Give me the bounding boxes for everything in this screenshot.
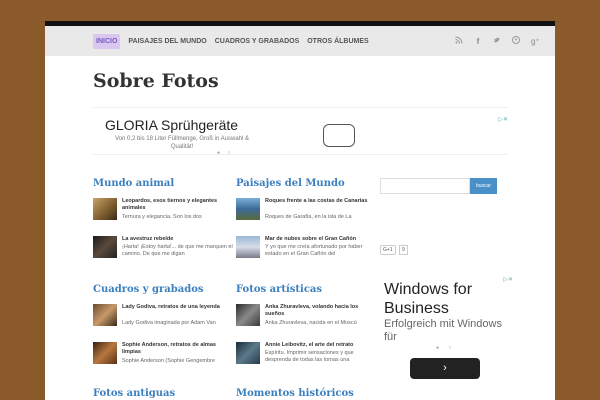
ad-pagination-dots: ● ○ (436, 345, 456, 351)
search-button[interactable]: buscar (470, 178, 497, 194)
post-thumbnail[interactable] (93, 236, 117, 258)
post-title[interactable]: Roques frente a las costas de Canarias (265, 198, 375, 205)
post-thumbnail[interactable] (236, 236, 260, 258)
post-item[interactable]: Roques frente a las costas de Canarias R… (236, 198, 371, 224)
search-input[interactable] (380, 178, 470, 194)
post-thumbnail[interactable] (93, 198, 117, 220)
section-title-antiguas[interactable]: Fotos antiguas (93, 388, 175, 399)
rss-icon[interactable] (455, 36, 463, 46)
site-title[interactable]: Sobre Fotos (93, 70, 219, 92)
post-item[interactable]: Annie Leibovitz, el arte del retrato Esp… (236, 342, 371, 374)
section-title-mundo-animal[interactable]: Mundo animal (93, 178, 174, 189)
post-item[interactable]: Lady Godiva, retratos de una leyenda Lad… (93, 304, 228, 330)
section-title-cuadros[interactable]: Cuadros y grabados (93, 284, 204, 295)
pinterest-icon[interactable] (512, 36, 520, 46)
social-links: f g⁺ (455, 26, 540, 56)
twitter-icon[interactable] (493, 36, 501, 46)
post-thumbnail[interactable] (236, 198, 260, 220)
nav-item-inicio[interactable]: INICIO (93, 33, 121, 49)
post-title[interactable]: Sophie Anderson, retratos de almas limpi… (122, 342, 232, 356)
post-title[interactable]: Anka Zhuravleva, volando hacia los sueño… (265, 304, 375, 318)
post-item[interactable]: Mar de nubes sobre el Gran Cañón Y yo qu… (236, 236, 371, 268)
ad-banner-side[interactable]: ▷✕ Windows for Business Erfolgreich mit … (378, 276, 513, 386)
ad-subtext: Von 0,2 bis 18 Liter Füllmenge, Groß in … (114, 136, 250, 150)
post-item[interactable]: Sophie Anderson, retratos de almas limpi… (93, 342, 228, 374)
ad-pagination-dots: ● ○ (217, 150, 234, 156)
google-plus-count: 9 (399, 245, 408, 255)
post-title[interactable]: La avestruz rebelde (122, 236, 232, 243)
main-nav: INICIO PAISAJES DEL MUNDO CUADROS Y GRAB… (45, 26, 555, 56)
post-excerpt: Espíritu. Imprimir sensaciones y que des… (265, 350, 354, 363)
post-thumbnail[interactable] (93, 304, 117, 326)
nav-item-paisajes[interactable]: PAISAJES DEL MUNDO (128, 38, 206, 45)
ad-open-button[interactable] (323, 124, 355, 147)
post-item[interactable]: Leopardos, esos tiernos y elegantes anim… (93, 198, 228, 224)
post-excerpt: Roques de Garafía, en la isla de La (265, 214, 352, 220)
post-thumbnail[interactable] (236, 342, 260, 364)
ad-headline[interactable]: Windows for Business (384, 280, 513, 318)
post-excerpt: ¡Harta! ¡Estoy harta!... de que me marqu… (122, 244, 233, 257)
post-title[interactable]: Mar de nubes sobre el Gran Cañón (265, 236, 375, 243)
facebook-icon[interactable]: f (474, 37, 482, 46)
section-title-historicos[interactable]: Momentos históricos (236, 388, 354, 399)
ad-banner-top[interactable]: GLORIA Sprühgeräte Von 0,2 bis 18 Liter … (93, 107, 508, 156)
google-plus-one-button[interactable]: G+1 (380, 245, 396, 255)
post-thumbnail[interactable] (93, 342, 117, 364)
post-title[interactable]: Leopardos, esos tiernos y elegantes anim… (122, 198, 232, 212)
post-title[interactable]: Annie Leibovitz, el arte del retrato (265, 342, 375, 349)
post-item[interactable]: Anka Zhuravleva, volando hacia los sueño… (236, 304, 371, 330)
post-excerpt: Anka Zhuravleva, nacida en el Moscú (265, 320, 357, 326)
post-excerpt: Ternura y elegancia. Son los dos (122, 214, 202, 220)
post-excerpt: Y yo que me creía afortunado por haber e… (265, 244, 363, 257)
chevron-right-icon[interactable]: › (410, 358, 480, 379)
section-title-artisticas[interactable]: Fotos artísticas (236, 284, 322, 295)
google-plus-icon[interactable]: g⁺ (531, 37, 540, 46)
post-item[interactable]: La avestruz rebelde ¡Harta! ¡Estoy harta… (93, 236, 233, 268)
ad-close-icon[interactable]: ▷✕ (498, 116, 508, 123)
ad-headline[interactable]: GLORIA Sprühgeräte (105, 117, 238, 133)
page-container: INICIO PAISAJES DEL MUNDO CUADROS Y GRAB… (45, 26, 555, 400)
post-thumbnail[interactable] (236, 304, 260, 326)
post-excerpt: Sophie Anderson (Sophie Gengembre (122, 358, 215, 364)
post-excerpt: Lady Godiva imaginada por Adam Van (122, 320, 216, 326)
section-title-paisajes[interactable]: Paisajes del Mundo (236, 178, 345, 189)
nav-item-otros-albumes[interactable]: OTROS ÁLBUMES (307, 38, 368, 45)
ad-subtext: Erfolgreich mit Windows für (384, 318, 502, 343)
post-title[interactable]: Lady Godiva, retratos de una leyenda (122, 304, 232, 311)
nav-item-cuadros[interactable]: CUADROS Y GRABADOS (215, 38, 300, 45)
